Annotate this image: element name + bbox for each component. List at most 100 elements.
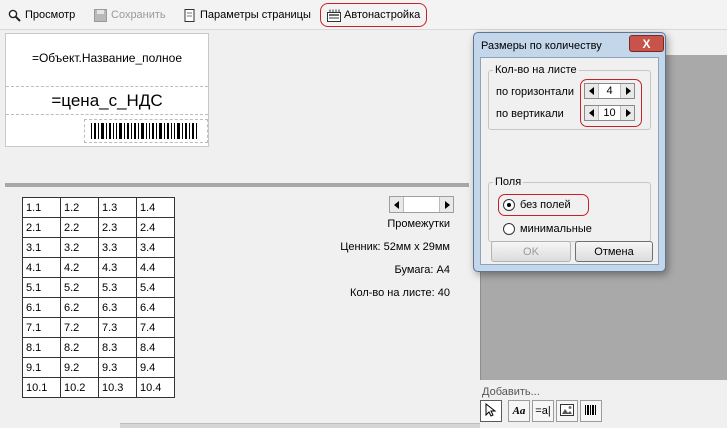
- table-cell: 10.1: [22, 377, 61, 398]
- table-row: 8.1 8.2 8.3 8.4: [22, 337, 175, 358]
- pointer-icon: [485, 402, 497, 420]
- table-cell: 7.2: [60, 317, 99, 338]
- table-cell: 7.3: [98, 317, 137, 338]
- cancel-button[interactable]: Отмена: [575, 241, 653, 262]
- save-button[interactable]: Сохранить: [91, 5, 169, 25]
- save-label: Сохранить: [111, 9, 166, 21]
- table-cell: 3.2: [60, 237, 99, 258]
- table-cell: 9.3: [98, 357, 137, 378]
- table-row: 4.1 4.2 4.3 4.4: [22, 257, 175, 278]
- table-cell: 2.2: [60, 217, 99, 238]
- dialog-body: Кол-во на листе по горизонтали по вертик…: [480, 57, 659, 265]
- table-cell: 8.2: [60, 337, 99, 358]
- table-row: 2.1 2.2 2.3 2.4: [22, 217, 175, 238]
- table-cell: 4.1: [22, 257, 61, 278]
- table-row: 7.1 7.2 7.3 7.4: [22, 317, 175, 338]
- count-dialog: Размеры по количеству X Кол-во на листе …: [473, 32, 666, 272]
- table-cell: 4.4: [136, 257, 175, 278]
- table-cell: 6.2: [60, 297, 99, 318]
- image-tool-button[interactable]: [556, 400, 578, 422]
- table-cell: 5.2: [60, 277, 99, 298]
- highlight-ring: [498, 194, 589, 216]
- add-label: Добавить...: [482, 386, 540, 398]
- table-cell: 9.2: [60, 357, 99, 378]
- autosetup-label: Автонастройка: [344, 9, 421, 21]
- table-cell: 2.4: [136, 217, 175, 238]
- ok-button[interactable]: OK: [491, 241, 571, 262]
- table-cell: 4.3: [98, 257, 137, 278]
- table-row: 5.1 5.2 5.3 5.4: [22, 277, 175, 298]
- table-row: 6.1 6.2 6.3 6.4: [22, 297, 175, 318]
- table-cell: 8.3: [98, 337, 137, 358]
- splitter[interactable]: [5, 183, 469, 187]
- field-tool-button[interactable]: =a|: [532, 400, 554, 422]
- text-icon: Aa: [512, 405, 526, 417]
- table-cell: 3.4: [136, 237, 175, 258]
- preview-button[interactable]: Просмотр: [5, 5, 78, 25]
- paper-text: Бумага: A4: [394, 264, 451, 276]
- arrow-left-icon: [394, 201, 399, 209]
- table-cell: 3.3: [98, 237, 137, 258]
- price-field[interactable]: =цена_с_НДС: [6, 91, 208, 111]
- labels-grid: 1.1 1.2 1.3 1.4 2.1 2.2 2.3 2.4 3.1 3.2 3.3 3.4 4.1 4…: [22, 197, 175, 398]
- barcode-icon[interactable]: [84, 119, 208, 143]
- table-cell: 2.1: [22, 217, 61, 238]
- preview-label: Просмотр: [25, 9, 76, 21]
- per-sheet-text: Кол-во на листе: 40: [350, 287, 450, 299]
- page-params-button[interactable]: Параметры страницы: [180, 5, 314, 25]
- table-row: 10.1 10.2 10.3 10.4: [22, 377, 175, 398]
- table-cell: 5.4: [136, 277, 175, 298]
- table-cell: 8.1: [22, 337, 61, 358]
- table-cell: 9.1: [22, 357, 61, 378]
- table-cell: 1.4: [136, 197, 175, 218]
- autosetup-icon: [327, 9, 341, 22]
- table-cell: 4.2: [60, 257, 99, 278]
- object-name-field[interactable]: =Объект.Название_полное: [6, 51, 208, 65]
- scroll-left-button[interactable]: [390, 197, 404, 212]
- table-cell: 8.4: [136, 337, 175, 358]
- magnifier-icon: [8, 9, 21, 22]
- horizontal-scrollbar[interactable]: [120, 423, 480, 428]
- ok-label: OK: [523, 245, 539, 258]
- close-button[interactable]: X: [629, 35, 664, 52]
- toolbar: Просмотр Сохранить Параметры страницы Ав…: [0, 0, 727, 30]
- field-icon: =a|: [535, 405, 551, 417]
- table-row: 3.1 3.2 3.3 3.4: [22, 237, 175, 258]
- close-icon: X: [642, 36, 651, 51]
- arrow-right-icon: [445, 201, 450, 209]
- image-icon: [560, 403, 574, 419]
- table-cell: 10.4: [136, 377, 175, 398]
- table-cell: 10.2: [60, 377, 99, 398]
- label-divider: [6, 114, 208, 115]
- label-divider: [6, 86, 208, 87]
- table-cell: 7.1: [22, 317, 61, 338]
- table-cell: 6.4: [136, 297, 175, 318]
- barcode-tool-button[interactable]: [580, 400, 602, 422]
- table-row: 9.1 9.2 9.3 9.4: [22, 357, 175, 378]
- radio-unchecked-icon: [503, 223, 515, 235]
- scroll-right-button[interactable]: [439, 197, 453, 212]
- table-cell: 1.1: [22, 197, 61, 218]
- barcode-icon: [585, 404, 597, 419]
- page-icon: [183, 8, 196, 22]
- autosetup-button[interactable]: Автонастройка: [320, 3, 428, 27]
- table-cell: 10.3: [98, 377, 137, 398]
- tag-size-text: Ценник: 52мм x 29мм: [340, 241, 450, 253]
- table-cell: 5.3: [98, 277, 137, 298]
- cancel-label: Отмена: [594, 245, 634, 258]
- table-cell: 1.3: [98, 197, 137, 218]
- vertical-label: по вертикали: [496, 108, 564, 120]
- label-preview: =Объект.Название_полное =цена_с_НДС: [5, 33, 209, 147]
- dialog-title: Размеры по количеству: [481, 40, 602, 52]
- pointer-tool-button[interactable]: [480, 400, 502, 422]
- page-params-label: Параметры страницы: [200, 9, 311, 21]
- minimal-label: минимальные: [520, 223, 592, 235]
- table-cell: 5.1: [22, 277, 61, 298]
- table-row: 1.1 1.2 1.3 1.4: [22, 197, 175, 218]
- save-icon: [94, 8, 107, 22]
- spacing-scrollbar[interactable]: [389, 196, 454, 213]
- minimal-radio[interactable]: минимальные: [503, 223, 592, 235]
- spacing-label: Промежутки: [387, 218, 450, 230]
- table-cell: 6.1: [22, 297, 61, 318]
- text-tool-button[interactable]: Aa: [508, 400, 530, 422]
